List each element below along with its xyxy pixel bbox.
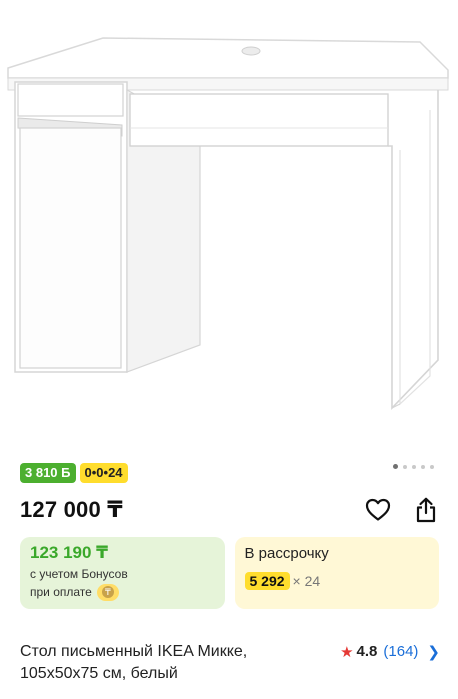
product-title: Стол письменный IKEA Микке, 105x50x75 см… xyxy=(20,641,310,685)
chevron-right-icon: ❯ xyxy=(427,644,440,661)
price-options: 123 190 ₸ с учетом Бонусов при оплате ₸ … xyxy=(20,537,439,609)
product-price: 127 000 ₸ xyxy=(20,497,123,522)
favorite-button[interactable] xyxy=(364,496,392,524)
bonus-price: 123 190 ₸ xyxy=(30,543,109,562)
share-button[interactable] xyxy=(412,496,440,524)
bonus-note-line2-row: при оплате ₸ xyxy=(30,583,215,601)
gallery-dot[interactable] xyxy=(430,464,434,469)
bonus-note: с учетом Бонусов при оплате ₸ xyxy=(30,565,215,601)
installment-line: 5 292 × 24 xyxy=(244,572,430,590)
gallery-dot[interactable] xyxy=(421,464,425,469)
product-actions xyxy=(364,496,440,524)
installment-times: × 24 xyxy=(292,573,321,589)
product-title-line2: 105x50x75 см, белый xyxy=(20,665,178,682)
bonus-note-line2: при оплате xyxy=(30,585,92,599)
bonus-price-card[interactable]: 123 190 ₸ с учетом Бонусов при оплате ₸ xyxy=(20,537,225,609)
gallery-dot[interactable] xyxy=(403,464,407,469)
bonus-badge: 3 810 Б xyxy=(20,463,76,483)
bonus-note-line1: с учетом Бонусов xyxy=(30,567,128,581)
heart-icon xyxy=(365,498,391,521)
star-icon: ★ xyxy=(340,644,354,661)
product-page: 3 810 Б 0•0•24 127 000 ₸ 123 190 ₸ с уче… xyxy=(0,0,458,699)
bonus-coin-icon: ₸ xyxy=(96,583,119,601)
product-image[interactable] xyxy=(0,0,458,450)
gallery-dot-active[interactable] xyxy=(393,464,398,469)
product-badges: 3 810 Б 0•0•24 xyxy=(20,463,128,483)
installment-card[interactable]: В рассрочку 5 292 × 24 xyxy=(234,537,439,609)
gallery-pagination xyxy=(393,464,434,469)
installment-amount: 5 292 xyxy=(244,572,290,590)
rating-count: (164) xyxy=(383,643,419,660)
rating-value: 4.8 xyxy=(356,643,378,660)
rating-link[interactable]: ★ 4.8 (164) ❯ xyxy=(340,641,440,685)
installment-title: В рассрочку xyxy=(244,545,329,562)
gallery-dot[interactable] xyxy=(412,464,416,469)
installment-badge: 0•0•24 xyxy=(79,463,128,483)
product-title-row: Стол письменный IKEA Микке, 105x50x75 см… xyxy=(20,641,440,685)
product-title-line1: Стол письменный IKEA Микке, xyxy=(20,643,248,660)
desk-image xyxy=(7,37,449,410)
share-icon xyxy=(416,497,436,523)
price-row: 127 000 ₸ xyxy=(20,494,440,526)
